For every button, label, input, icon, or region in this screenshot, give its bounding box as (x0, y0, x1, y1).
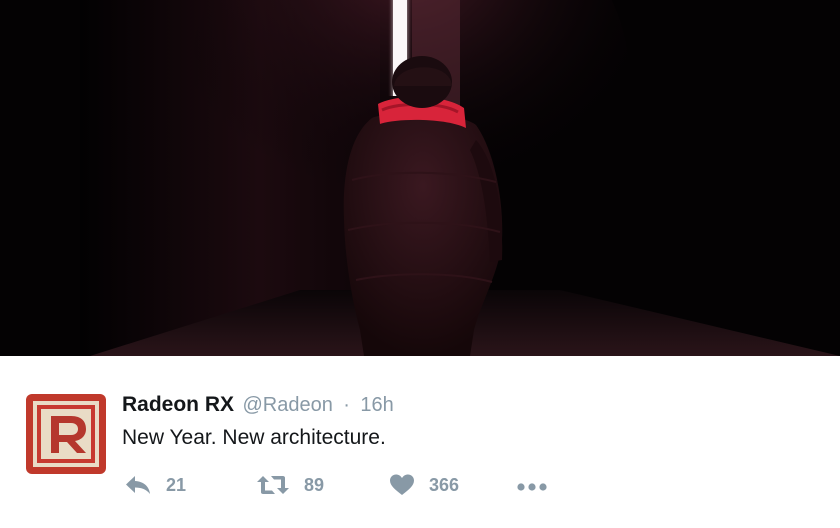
reply-count: 21 (166, 474, 187, 495)
reply-icon (126, 476, 150, 494)
author-display-name[interactable]: Radeon RX (122, 393, 234, 416)
avatar[interactable] (26, 394, 106, 474)
header-separator: · (343, 394, 350, 416)
radeon-logo-icon (26, 394, 106, 474)
more-options-button[interactable] (516, 470, 548, 500)
reply-button[interactable]: 21 (124, 470, 186, 500)
tweet-text: New Year. New architecture. (122, 426, 386, 449)
retweet-icon (257, 476, 289, 494)
like-count: 366 (429, 474, 460, 495)
tweet-actions: 21 89 366 (0, 470, 840, 500)
tweet-photo (0, 0, 840, 356)
tweet-header: Radeon RX @Radeon · 16h (122, 392, 394, 420)
retweet-button[interactable]: 89 (256, 470, 324, 500)
tweet-timestamp[interactable]: 16h (360, 394, 393, 416)
tweet-media-image[interactable] (0, 0, 840, 356)
author-handle[interactable]: @Radeon (242, 394, 332, 416)
tweet-card: Radeon RX @Radeon · 16h New Year. New ar… (0, 0, 840, 528)
heart-icon (390, 474, 414, 495)
retweet-count: 89 (304, 474, 325, 495)
like-button[interactable]: 366 (389, 470, 459, 500)
more-dots-icon (517, 483, 547, 491)
